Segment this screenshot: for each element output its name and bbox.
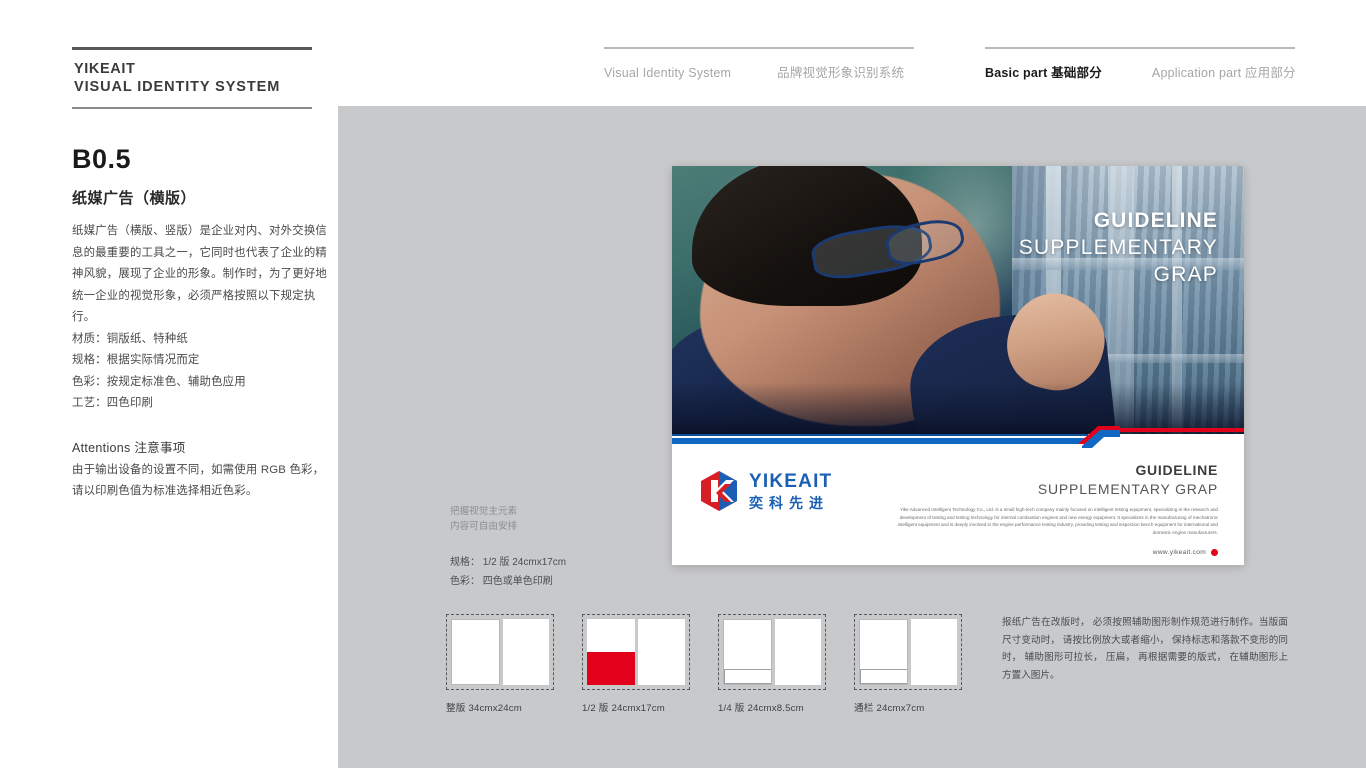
section-title: 纸媒广告（横版） (72, 190, 197, 207)
poster-footer: YIKEAIT 奕科先进 GUIDELINE SUPPLEMENTARY GRA… (672, 444, 1244, 565)
poster-website-text: www.yikeait.com (1152, 549, 1206, 557)
poster-red-rule (1102, 428, 1244, 432)
layout-page-left (451, 619, 500, 685)
brand-name-en: YIKEAIT (74, 61, 136, 77)
nav-item-application-part[interactable]: Application part 应用部分 (1152, 62, 1296, 81)
stage-note-line-2: 内容可自由安排 (450, 521, 518, 532)
spec-size: 规格：根据实际情况而定 (72, 354, 200, 366)
layout-page-right (774, 619, 821, 685)
poster-logo-en: YIKEAIT (749, 471, 833, 492)
attentions-body: 由于输出设备的设置不同，如需使用 RGB 色彩，请以印刷色值为标准选择相近色彩。 (72, 463, 325, 498)
layout-variant-full[interactable]: 整版 34cmx24cm (446, 614, 554, 714)
brand-subtitle: VISUAL IDENTITY SYSTEM (74, 79, 281, 95)
layout-variant-banner-preview (854, 614, 962, 690)
brand-rule-bottom (72, 107, 312, 109)
poster-headline-secondary: SUPPLEMENTARY (1018, 236, 1218, 259)
photo-bottom-shade (672, 382, 1244, 434)
nav-items-1: Visual Identity System 品牌视觉形象识别系统 (604, 49, 914, 81)
layout-variant-quarter-preview (718, 614, 826, 690)
spec-process: 工艺：四色印刷 (72, 397, 154, 409)
brand-names: YIKEAIT VISUAL IDENTITY SYSTEM (72, 50, 312, 100)
poster-logo-text: YIKEAIT 奕科先进 (749, 472, 832, 510)
poster-blue-rule (672, 434, 1088, 444)
layout-variant-quarter[interactable]: 1/4 版 24cmx8.5cm (718, 614, 826, 714)
stage-guidance-paragraph: 报纸广告在改版时， 必须按照辅助图形制作规范进行制作。当版面尺寸变动时， 请按比… (1002, 617, 1288, 681)
layout-ad-area-strip (724, 668, 771, 684)
spec-color: 色彩：按规定标准色、辅助色应用 (72, 375, 246, 388)
section-description: 纸媒广告（横版、竖版）是企业对内、对外交换信息的最重要的工具之一，它同时也代表了… (72, 221, 332, 329)
layout-page-left (723, 619, 772, 685)
poster-company-paragraph: Yike Advanced Intelligent Technology Co.… (897, 507, 1218, 535)
poster-website-dot-icon (1211, 549, 1218, 557)
layout-ad-area-highlight (587, 652, 635, 685)
layout-ad-area-strip (860, 668, 907, 684)
spec-material: 材质：铜版纸、特种纸 (72, 332, 188, 345)
brand-block: YIKEAIT VISUAL IDENTITY SYSTEM (72, 47, 312, 109)
layout-variants: 整版 34cmx24cm 1/2 版 24cmx17cm 1/4 版 24cmx… (446, 614, 962, 714)
attentions-heading: Attentions 注意事项 (72, 440, 186, 455)
nav-item-basic-part[interactable]: Basic part 基础部分 (985, 62, 1102, 81)
left-description-column: B0.5 纸媒广告（横版） 纸媒广告（横版、竖版）是企业对内、对外交换信息的最重… (72, 143, 332, 503)
layout-variant-full-caption: 整版 34cmx24cm (446, 703, 522, 714)
nav-item-brand-vi-system-cn[interactable]: 品牌视觉形象识别系统 (777, 62, 904, 81)
preview-stage: GUIDELINE SUPPLEMENTARY GRAP YIKEAIT 奕科先… (338, 106, 1366, 768)
layout-variant-half[interactable]: 1/2 版 24cmx17cm (582, 614, 690, 714)
poster-headline-group: GUIDELINE SUPPLEMENTARY GRAP (1019, 208, 1218, 288)
page-root: YIKEAIT VISUAL IDENTITY SYSTEM Visual Id… (0, 0, 1366, 768)
chevron-arrow-icon (1078, 426, 1120, 448)
poster-headline-primary: GUIDELINE (1093, 209, 1218, 232)
poster-copy-title-1: GUIDELINE (1135, 462, 1218, 478)
poster-copy-title-2: SUPPLEMENTARY GRAP (1037, 481, 1218, 497)
layout-page-right (502, 619, 549, 685)
layout-variant-full-preview (446, 614, 554, 690)
layout-variant-half-preview (582, 614, 690, 690)
yikeait-hexagon-logo-icon (701, 471, 737, 511)
layout-page-right (910, 619, 957, 685)
section-code: B0.5 (72, 144, 132, 174)
poster-photograph: GUIDELINE SUPPLEMENTARY GRAP (672, 166, 1244, 434)
layout-page-left (859, 619, 908, 685)
poster-copy-block: GUIDELINE SUPPLEMENTARY GRAP Yike Advanc… (888, 462, 1218, 557)
stage-spec-size: 规格： 1/2 版 24cmx17cm (450, 557, 567, 568)
poster-headline-tertiary: GRAP (1153, 263, 1218, 286)
layout-variant-quarter-caption: 1/4 版 24cmx8.5cm (718, 703, 804, 714)
nav-item-visual-identity-system[interactable]: Visual Identity System (604, 66, 731, 80)
poster-logo: YIKEAIT 奕科先进 (698, 470, 832, 512)
nav-group-parts: Basic part 基础部分 Application part 应用部分 (985, 47, 1296, 81)
poster-mockup: GUIDELINE SUPPLEMENTARY GRAP YIKEAIT 奕科先… (672, 166, 1244, 565)
nav-items-2: Basic part 基础部分 Application part 应用部分 (985, 49, 1296, 81)
layout-page-right (637, 619, 685, 685)
layout-page-left (587, 619, 635, 685)
stage-note: 把握视觉主元素 内容可自由安排 (450, 504, 517, 534)
section-description-text: 纸媒广告（横版、竖版）是企业对内、对外交换信息的最重要的工具之一，它同时也代表了… (72, 225, 327, 323)
poster-logo-cn: 奕科先进 (749, 495, 829, 511)
layout-variant-banner[interactable]: 通栏 24cmx7cm (854, 614, 962, 714)
stage-spec: 规格： 1/2 版 24cmx17cm 色彩： 四色或单色印刷 (450, 553, 566, 591)
stage-note-line-1: 把握视觉主元素 (450, 506, 518, 517)
poster-website: www.yikeait.com (888, 549, 1218, 557)
layout-variant-half-caption: 1/2 版 24cmx17cm (582, 703, 665, 714)
stage-spec-color: 色彩： 四色或单色印刷 (450, 576, 553, 587)
layout-variant-banner-caption: 通栏 24cmx7cm (854, 703, 925, 714)
nav-group-system: Visual Identity System 品牌视觉形象识别系统 (604, 47, 914, 81)
